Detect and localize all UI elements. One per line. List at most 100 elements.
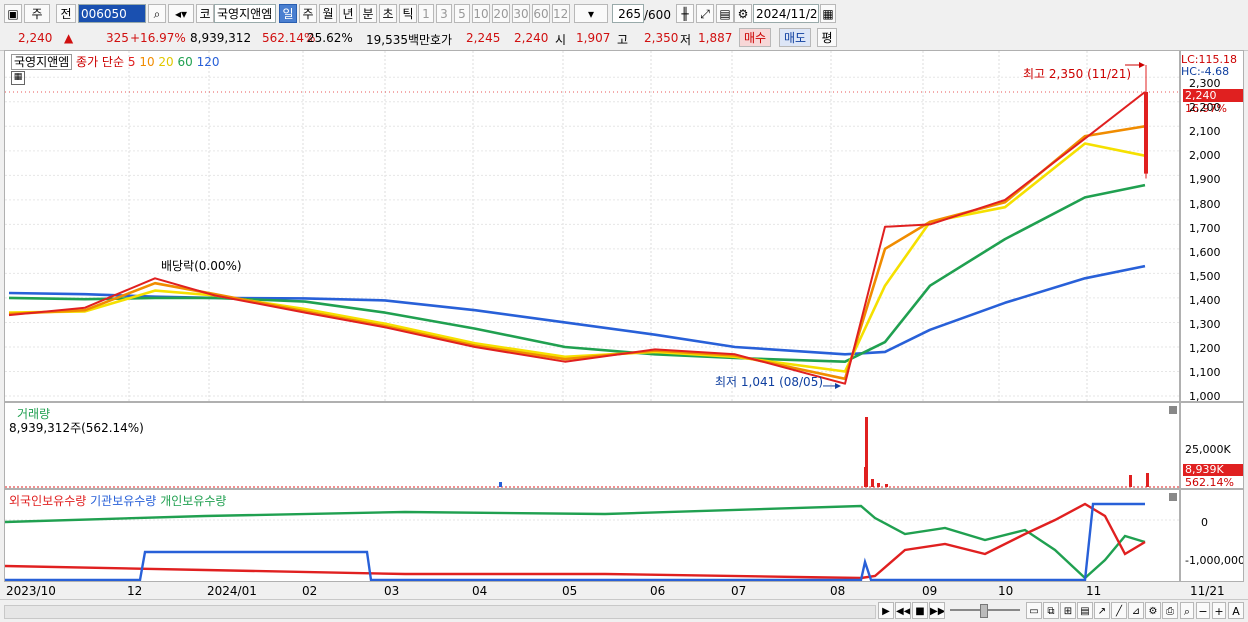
prev-button[interactable]: 전 — [56, 4, 76, 23]
change-value: 325 — [106, 31, 129, 45]
speaker-icon[interactable]: ◂▾ — [168, 4, 194, 23]
volume-axis: 25,000K 8,939K 562.14% — [1180, 402, 1244, 489]
rewind-icon[interactable]: ◀◀ — [895, 602, 911, 619]
current-price-marker: 2,240 — [1183, 89, 1243, 102]
volume-pane[interactable]: 거래량 8,939,312주(562.14%) — [4, 402, 1180, 489]
x-label: 08 — [830, 584, 846, 598]
price-axis[interactable]: LC:115.18 HC:-4.68 2,240 16.97% 2,300 2,2… — [1180, 50, 1244, 402]
period-4[interactable]: 분 — [359, 4, 377, 23]
turnover: 25.62% — [307, 31, 353, 45]
chart-scrollbar[interactable] — [4, 605, 876, 619]
holdings-tick-0: 0 — [1201, 516, 1208, 529]
buy-button[interactable]: 매수 — [739, 28, 771, 47]
interval-1[interactable]: 1 — [418, 4, 434, 23]
crosshair-icon[interactable]: ⤢ — [696, 4, 714, 23]
zoom-in-icon[interactable]: + — [1212, 602, 1226, 619]
panel-icon[interactable]: ▤ — [1077, 602, 1093, 619]
trend-icon[interactable]: ↗ — [1094, 602, 1110, 619]
holdings-pane[interactable]: 외국인보유수량 기관보유수량 개인보유수량 — [4, 489, 1180, 582]
interval-30[interactable]: 30 — [512, 4, 530, 23]
volume-tick: 25,000K — [1185, 443, 1231, 456]
calendar-icon[interactable]: ▦ — [820, 4, 836, 23]
period-2[interactable]: 월 — [319, 4, 337, 23]
candle-icon[interactable]: ╫ — [676, 4, 694, 23]
code-input[interactable]: 006050 — [78, 4, 146, 23]
gear-icon[interactable]: ⚙ — [734, 4, 752, 23]
individual-line — [5, 504, 1146, 580]
save-icon[interactable]: ▤ — [716, 4, 734, 23]
date-input[interactable]: 2024/11/21 — [753, 4, 819, 23]
legend-stock-name[interactable]: 국영지앤엠 — [11, 54, 73, 70]
last-candle-body — [1144, 91, 1148, 174]
stock-name-field[interactable]: 국영지앤엠 — [214, 4, 276, 23]
price-tick: 1,200 — [1189, 342, 1221, 356]
holdings-tick-neg: -1,000,000 — [1185, 554, 1244, 567]
scroll-right-icon[interactable]: ▶ — [878, 602, 894, 619]
period-1[interactable]: 주 — [299, 4, 317, 23]
table-icon[interactable]: ▦ — [11, 71, 25, 85]
copy-icon[interactable]: ⧉ — [1043, 602, 1059, 619]
fib-icon[interactable]: ⊿ — [1128, 602, 1144, 619]
ask-label: 호가 — [430, 33, 453, 47]
legend-ma-label: 종가 단순 — [76, 55, 125, 69]
legend-ma-5: 5 — [127, 55, 136, 69]
price-tick: 1,900 — [1189, 173, 1221, 187]
zoom-slider-handle[interactable] — [980, 604, 988, 618]
chart-menu-icon[interactable]: ▣ — [4, 4, 22, 23]
eval-button[interactable]: 평 — [817, 28, 837, 47]
market-select[interactable]: 주 — [24, 4, 50, 23]
interval-60[interactable]: 60 — [532, 4, 550, 23]
sell-button[interactable]: 매도 — [779, 28, 811, 47]
zoom-out-icon[interactable]: − — [1196, 602, 1210, 619]
volume-bar — [1146, 473, 1149, 487]
legend-institution: 기관보유수량 — [90, 494, 157, 508]
interval-10[interactable]: 10 — [472, 4, 490, 23]
legend-ma-120: 120 — [196, 55, 220, 69]
holdings-pane-close-icon[interactable] — [1169, 493, 1177, 501]
legend-ma-20: 20 — [158, 55, 174, 69]
legend-individual: 개인보유수량 — [160, 494, 227, 508]
market2-button[interactable]: 코 — [196, 4, 214, 23]
interval-5[interactable]: 5 — [454, 4, 470, 23]
x-label: 04 — [472, 584, 488, 598]
period-6[interactable]: 틱 — [399, 4, 417, 23]
legend-foreign: 외국인보유수량 — [9, 494, 87, 508]
stop-icon[interactable]: ■ — [912, 602, 928, 619]
info-bar: 2,240 ▲ 325 +16.97% 8,939,312 562.14% 25… — [0, 28, 1248, 51]
interval-20[interactable]: 20 — [492, 4, 510, 23]
x-label: 11 — [1086, 584, 1102, 598]
foreign-line — [5, 502, 1146, 580]
price-tick: 2,000 — [1189, 149, 1221, 163]
count-input[interactable]: 265 — [612, 4, 644, 23]
magnify-icon[interactable]: ⌕ — [1180, 602, 1194, 619]
holdings-legend: 외국인보유수량 기관보유수량 개인보유수량 — [9, 492, 226, 509]
toolbar: ▣ 주 전 006050 ⌕ ◂▾ 코 국영지앤엠 일주월년분초틱 1 3 5 10 2… — [0, 0, 1248, 29]
line-draw-icon[interactable]: ╱ — [1111, 602, 1127, 619]
high-price: 2,350 — [644, 31, 679, 45]
annotation-high: 최고 2,350 (11/21) — [1023, 67, 1132, 81]
price-chart-pane[interactable]: 국영지앤엠 종가 단순 5 10 20 60 120 ▦ 최고 2,350 (1… — [4, 50, 1180, 402]
period-5[interactable]: 초 — [379, 4, 397, 23]
x-label: 03 — [384, 584, 400, 598]
layout-icon[interactable]: ▭ — [1026, 602, 1042, 619]
price-legend: 국영지앤엠 종가 단순 5 10 20 60 120 — [11, 53, 220, 70]
x-label: 10 — [998, 584, 1014, 598]
x-label: 2024/01 — [207, 584, 257, 598]
period-0[interactable]: 일 — [279, 4, 297, 23]
legend-ma-10: 10 — [139, 55, 155, 69]
font-size-icon[interactable]: A — [1228, 602, 1244, 619]
settings-icon[interactable]: ⚙ — [1145, 602, 1161, 619]
x-label: 2023/10 — [6, 584, 56, 598]
interval-120[interactable]: 120 — [552, 4, 570, 23]
price-tick: 1,500 — [1189, 269, 1221, 283]
print-icon[interactable]: ⎙ — [1162, 602, 1178, 619]
period-3[interactable]: 년 — [339, 4, 357, 23]
fast-forward-icon[interactable]: ▶▶ — [929, 602, 945, 619]
volume-pane-close-icon[interactable] — [1169, 406, 1177, 414]
interval-3[interactable]: 3 — [436, 4, 452, 23]
grid-icon[interactable]: ⊞ — [1060, 602, 1076, 619]
interval-dropdown[interactable]: ▾ — [574, 4, 608, 23]
annotation-low: 최저 1,041 (08/05) — [715, 375, 824, 389]
search-icon[interactable]: ⌕ — [148, 4, 166, 23]
price-tick: 2,100 — [1189, 125, 1221, 139]
